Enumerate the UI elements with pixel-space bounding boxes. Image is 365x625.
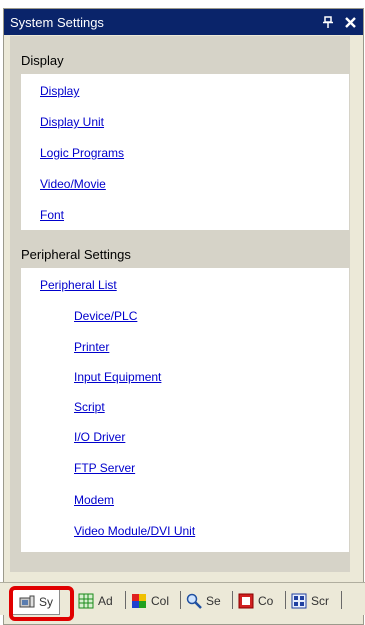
close-icon[interactable] [341, 13, 359, 31]
link-logic-programs[interactable]: Logic Programs [40, 146, 124, 160]
tab-label: Se [206, 594, 221, 608]
link-input-equipment[interactable]: Input Equipment [74, 370, 161, 384]
link-video-movie[interactable]: Video/Movie [40, 177, 106, 191]
tab-label: Scr [311, 594, 329, 608]
tab-divider [341, 591, 342, 609]
link-peripheral-list[interactable]: Peripheral List [40, 278, 117, 292]
search-icon [186, 593, 202, 609]
link-io-driver[interactable]: I/O Driver [74, 430, 125, 444]
panel-title-bar[interactable]: System Settings [4, 9, 363, 35]
link-printer[interactable]: Printer [74, 340, 109, 354]
tab-label: Co [258, 594, 274, 608]
link-video-module-dvi-unit[interactable]: Video Module/DVI Unit [74, 524, 195, 538]
color-palette-icon [132, 594, 146, 608]
tab-label: Ad [98, 594, 113, 608]
link-font[interactable]: Font [40, 208, 64, 222]
link-modem[interactable]: Modem [74, 493, 114, 507]
tab-search[interactable]: Se [186, 589, 221, 613]
tab-label: Sy [39, 595, 54, 609]
section-header-display: Display [11, 46, 349, 74]
panel-title: System Settings [10, 14, 104, 30]
tab-divider [125, 591, 126, 609]
panel-tab-bar: Sy Ad Col Se Co Scr [0, 582, 365, 615]
link-display[interactable]: Display [40, 84, 79, 98]
address-grid-icon [78, 593, 94, 609]
tab-divider [232, 591, 233, 609]
tab-component[interactable]: Co [238, 589, 273, 613]
tab-address[interactable]: Ad [78, 589, 113, 613]
tab-divider [285, 591, 286, 609]
section-header-peripheral: Peripheral Settings [11, 240, 349, 268]
tab-divider [180, 591, 181, 609]
screen-list-icon [291, 593, 307, 609]
system-settings-icon [19, 595, 35, 608]
tab-divider [70, 591, 71, 609]
link-ftp-server[interactable]: FTP Server [74, 461, 135, 475]
link-script[interactable]: Script [74, 400, 105, 414]
section-body-peripheral [21, 268, 349, 552]
tab-color[interactable]: Col [131, 589, 169, 613]
link-display-unit[interactable]: Display Unit [40, 115, 104, 129]
pin-icon[interactable] [319, 13, 337, 31]
component-icon [238, 593, 254, 609]
tab-system-settings[interactable]: Sy [12, 589, 61, 615]
link-device-plc[interactable]: Device/PLC [74, 309, 137, 323]
tab-label: Col [151, 594, 170, 608]
tab-screen-list[interactable]: Scr [291, 589, 329, 613]
